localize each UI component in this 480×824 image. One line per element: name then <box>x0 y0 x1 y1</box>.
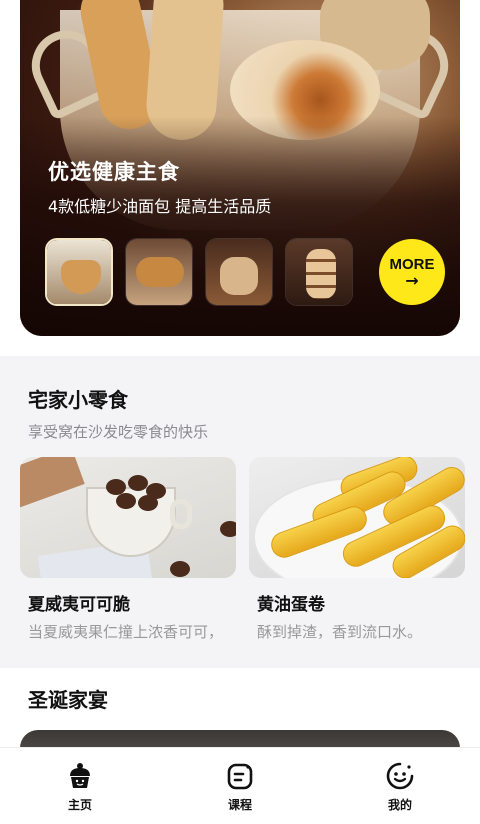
card-description: 酥到掉渣，香到流口水。 <box>257 623 423 641</box>
egg-roll-image <box>249 457 465 578</box>
bread-thumbnail[interactable] <box>285 238 353 306</box>
card-title: 夏威夷可可脆 <box>28 595 130 615</box>
notepad-icon <box>227 763 253 789</box>
cocoa-image <box>20 457 236 578</box>
card-title: 黄油蛋卷 <box>257 595 325 615</box>
nav-label: 我的 <box>387 797 412 812</box>
banner-title: 优选健康主食 <box>48 160 180 184</box>
bread-thumbnail[interactable] <box>125 238 193 306</box>
more-button[interactable]: MORE → <box>379 239 445 305</box>
card-description: 当夏威夷果仁撞上浓香可可， <box>28 623 224 641</box>
section-divider <box>0 660 480 668</box>
snack-card[interactable]: 黄油蛋卷 酥到掉渣，香到流口水。 <box>249 457 465 642</box>
hero-banner[interactable]: 优选健康主食 4款低糖少油面包 提高生活品质 MORE → <box>20 0 460 336</box>
arrow-right-icon: → <box>405 270 419 290</box>
nav-label: 主页 <box>67 797 92 812</box>
snack-card[interactable]: 夏威夷可可脆 当夏威夷果仁撞上浓香可可， <box>20 457 236 642</box>
banner-subtitle: 4款低糖少油面包 提高生活品质 <box>48 197 272 216</box>
nav-home[interactable]: 主页 <box>30 760 130 813</box>
section-subtitle: 享受窝在沙发吃零食的快乐 <box>28 423 209 441</box>
nav-course[interactable]: 课程 <box>190 760 290 813</box>
snacks-section: 宅家小零食 享受窝在沙发吃零食的快乐 夏威夷可可脆 当夏威夷果仁撞上浓香可可， <box>0 356 480 660</box>
section-title: 宅家小零食 <box>28 388 128 412</box>
cupcake-icon <box>70 762 90 788</box>
smiley-icon <box>386 762 414 789</box>
hero-section: 优选健康主食 4款低糖少油面包 提高生活品质 MORE → <box>0 0 480 356</box>
section-title: 圣诞家宴 <box>28 688 108 712</box>
bread-thumbnail[interactable] <box>45 238 113 306</box>
nav-label: 课程 <box>227 797 252 812</box>
snack-card-list: 夏威夷可可脆 当夏威夷果仁撞上浓香可可， 黄油蛋卷 酥到掉渣，香到流口水。 <box>0 457 480 642</box>
bottom-nav: 主页 课程 我的 <box>0 747 480 824</box>
nav-profile[interactable]: 我的 <box>350 760 450 813</box>
more-label: MORE <box>389 255 435 273</box>
bread-thumbnail[interactable] <box>205 238 273 306</box>
bread-thumbnails: MORE → <box>45 238 445 306</box>
